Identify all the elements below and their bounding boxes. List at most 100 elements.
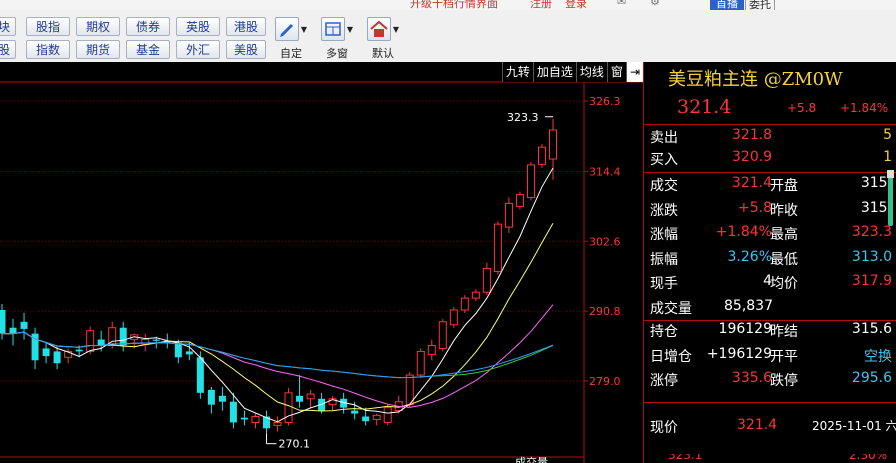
now-time: 2025-11-01 六: [812, 419, 896, 433]
market-button-forex[interactable]: 外汇: [176, 40, 220, 59]
candle-body: [372, 414, 381, 420]
market-button-stock-index[interactable]: 股指: [26, 17, 70, 36]
stat-l2: 均价: [770, 276, 798, 292]
y-tick-label: 314.4: [589, 165, 621, 178]
market-button-bonds[interactable]: 债券: [126, 17, 170, 36]
scroll-up-icon[interactable]: [887, 170, 894, 178]
bid-volume: 1: [883, 149, 892, 165]
position-l1: 日增仓: [650, 348, 692, 365]
chevron-down-icon[interactable]: ▼: [347, 25, 353, 34]
candle-body: [141, 339, 150, 345]
home-icon: [366, 17, 391, 41]
stat-l1: 成交: [650, 178, 678, 194]
position-v2: 315.6: [851, 321, 892, 337]
market-button-us-stocks[interactable]: 美股: [226, 40, 266, 59]
market-button-futures[interactable]: 期货: [76, 40, 120, 59]
expand-arrow-icon[interactable]: ⇥: [625, 62, 643, 82]
ask-label: 卖出: [650, 130, 678, 146]
candle-body: [537, 146, 546, 165]
candle-body: [152, 339, 160, 341]
market-button-options[interactable]: 期权: [76, 17, 120, 36]
position-l2: 开平: [770, 348, 798, 365]
market-button-stocks[interactable]: 股: [0, 40, 16, 59]
candle-body: [526, 164, 535, 198]
chevron-down-icon[interactable]: ▼: [393, 25, 399, 34]
market-button-hk-stocks[interactable]: 港股: [226, 17, 266, 36]
candle-body: [460, 297, 469, 311]
partial-row: 323.1 2.30%: [644, 454, 896, 463]
stat-l2: 昨收: [770, 202, 798, 219]
market-button-funds[interactable]: 基金: [126, 40, 170, 59]
stat-row: 涨跌 +5.8 昨收 315.: [644, 200, 896, 224]
kline-chart-panel[interactable]: 326.3 314.4 302.6 290.8 279.0 323.3 270.1 成交量 九…: [0, 62, 643, 463]
price-change-pct: +1.84%: [840, 101, 889, 115]
multi-window-icon: [320, 17, 345, 41]
y-tick-label: 279.0: [589, 375, 621, 388]
candle-body: [482, 268, 491, 293]
candle-body: [493, 223, 502, 272]
custom-tool-label: 自定: [280, 47, 302, 60]
kline-chart[interactable]: 326.3 314.4 302.6 290.8 279.0 323.3 270.1 成交量: [0, 62, 643, 463]
position-row: 日增仓 +196129 开平 空换: [644, 346, 896, 370]
candle-body: [284, 392, 293, 423]
stat-l2: 开盘: [770, 178, 798, 194]
mail-icon[interactable]: ✉: [617, 0, 626, 8]
candle-body: [53, 351, 61, 364]
candle-body: [549, 129, 557, 160]
candle-body: [229, 401, 237, 423]
stat-l2: 最低: [770, 251, 798, 268]
tab-window[interactable]: 窗: [606, 62, 626, 82]
moving-average-line: [2, 331, 554, 379]
candle-body: [273, 421, 282, 426]
position-row: 涨停 335.6 跌停 295.6: [644, 370, 896, 394]
volume-row: 成交量 85,837: [644, 298, 896, 322]
candle-body: [97, 339, 105, 346]
divider: [644, 172, 896, 173]
default-tool-button[interactable]: ▼ 默认: [362, 17, 404, 61]
price-change: +5.8: [787, 101, 817, 115]
stat-v2: 323.3: [851, 224, 892, 240]
custom-tool-button[interactable]: ▼ 自定: [270, 17, 312, 61]
bid-label: 买入: [650, 152, 678, 168]
quote-title: 美豆粕主连 @ZM0W: [668, 69, 843, 90]
now-price: 321.4: [737, 417, 778, 433]
top-tab-trade[interactable]: 委托: [745, 0, 775, 10]
tab-nine-turn[interactable]: 九转: [501, 62, 533, 82]
candle-body: [86, 330, 95, 352]
chevron-down-icon[interactable]: ▼: [301, 25, 307, 34]
upgrade-link[interactable]: 开级十档行情界面: [410, 0, 498, 10]
stat-row: 振幅 3.26% 最低 313.0: [644, 249, 896, 273]
candle-body: [174, 342, 182, 358]
settings-icon[interactable]: ⚙: [650, 0, 660, 8]
toolbar: 块 股指 期权 债券 英股 港股 股 指数 期货 基金 外汇 美股 ▼ 自定 ▼…: [0, 10, 896, 63]
login-link[interactable]: 登录: [565, 0, 587, 10]
now-row: 现价 321.4 2025-11-01 六: [644, 417, 896, 441]
stat-l2: 最高: [770, 227, 798, 243]
top-tab-live[interactable]: 首播: [710, 0, 744, 10]
position-v1: +196129: [706, 345, 772, 362]
market-button-index[interactable]: 指数: [26, 40, 70, 59]
candle-body: [306, 393, 315, 400]
candle-body: [296, 395, 304, 402]
tab-add-watchlist[interactable]: 加自选: [532, 62, 576, 82]
market-button-block[interactable]: 块: [0, 17, 16, 36]
position-v1: 196129: [718, 321, 772, 337]
candle-body: [20, 321, 28, 329]
candle-body: [185, 351, 193, 355]
multi-window-tool-label: 多窗: [326, 47, 348, 60]
scrollbar-thumb[interactable]: [888, 174, 893, 226]
candle-body: [75, 349, 83, 352]
multi-window-tool-button[interactable]: ▼ 多窗: [316, 17, 358, 61]
last-price: 321.4: [677, 96, 732, 118]
ask-row: 卖出 321.8 5: [644, 127, 896, 151]
market-button-uk-stocks[interactable]: 英股: [176, 17, 220, 36]
register-link[interactable]: 注册: [530, 0, 552, 10]
candle-body: [438, 321, 447, 349]
position-v2: 空换: [864, 348, 892, 365]
partial-pct: 2.30%: [849, 454, 888, 462]
tab-moving-average[interactable]: 均线: [575, 62, 607, 82]
stat-l1: 振幅: [650, 251, 678, 268]
ask-price: 321.8: [732, 127, 773, 143]
stat-v1: +5.8: [738, 199, 772, 216]
candle-body: [42, 348, 50, 357]
